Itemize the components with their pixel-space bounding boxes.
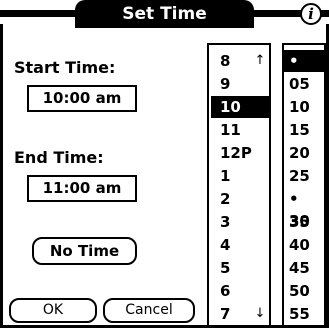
minute-list-item[interactable]: 05	[284, 73, 324, 95]
info-icon[interactable]: i	[300, 3, 322, 25]
minute-list-item[interactable]: 50	[284, 280, 324, 302]
minute-list-item[interactable]: 55	[284, 303, 324, 325]
hour-list-item[interactable]: 12P	[211, 142, 269, 164]
minute-list-item[interactable]: 15	[284, 119, 324, 141]
title-bar: Set Time i	[0, 0, 329, 28]
hour-list-item[interactable]: 8	[211, 50, 269, 72]
hour-list-item[interactable]: 4	[211, 234, 269, 256]
minute-list-item[interactable]: 20	[284, 142, 324, 164]
minute-list-item[interactable]: • 30	[284, 188, 324, 230]
start-time-label: Start Time:	[14, 58, 116, 77]
minute-list-item[interactable]: 25	[284, 165, 324, 187]
hour-list-item[interactable]: 6	[211, 280, 269, 302]
hour-list-item[interactable]: 11	[211, 119, 269, 141]
minute-list-item[interactable]: 40	[284, 234, 324, 256]
hour-list-item[interactable]: 5	[211, 257, 269, 279]
minute-list-item[interactable]: 10	[284, 96, 324, 118]
start-time-field[interactable]: 10:00 am	[27, 85, 137, 112]
minute-list-item[interactable]: 45	[284, 257, 324, 279]
hour-list-item[interactable]: 3	[211, 211, 269, 233]
hour-list[interactable]: ↑ ↓ 8 9 10 11 12P 1 2 3 4 5 6 7	[207, 43, 271, 328]
minute-list-item[interactable]: • 00	[284, 50, 324, 92]
dialog-title: Set Time	[122, 4, 207, 24]
end-time-label: End Time:	[14, 148, 104, 167]
no-time-button[interactable]: No Time	[32, 237, 137, 265]
ok-button[interactable]: OK	[9, 298, 97, 323]
hour-list-item[interactable]: 10	[211, 96, 269, 118]
hour-list-item[interactable]: 7	[211, 303, 269, 325]
minute-list-item[interactable]: 35	[284, 211, 324, 233]
hour-list-item[interactable]: 2	[211, 188, 269, 210]
minute-list[interactable]: • 00 05 10 15 20 25 • 30 35 40 45 50 55	[282, 43, 326, 328]
hour-list-item[interactable]: 9	[211, 73, 269, 95]
cancel-button[interactable]: Cancel	[103, 298, 195, 323]
hour-list-item[interactable]: 1	[211, 165, 269, 187]
end-time-field[interactable]: 11:00 am	[27, 175, 137, 202]
